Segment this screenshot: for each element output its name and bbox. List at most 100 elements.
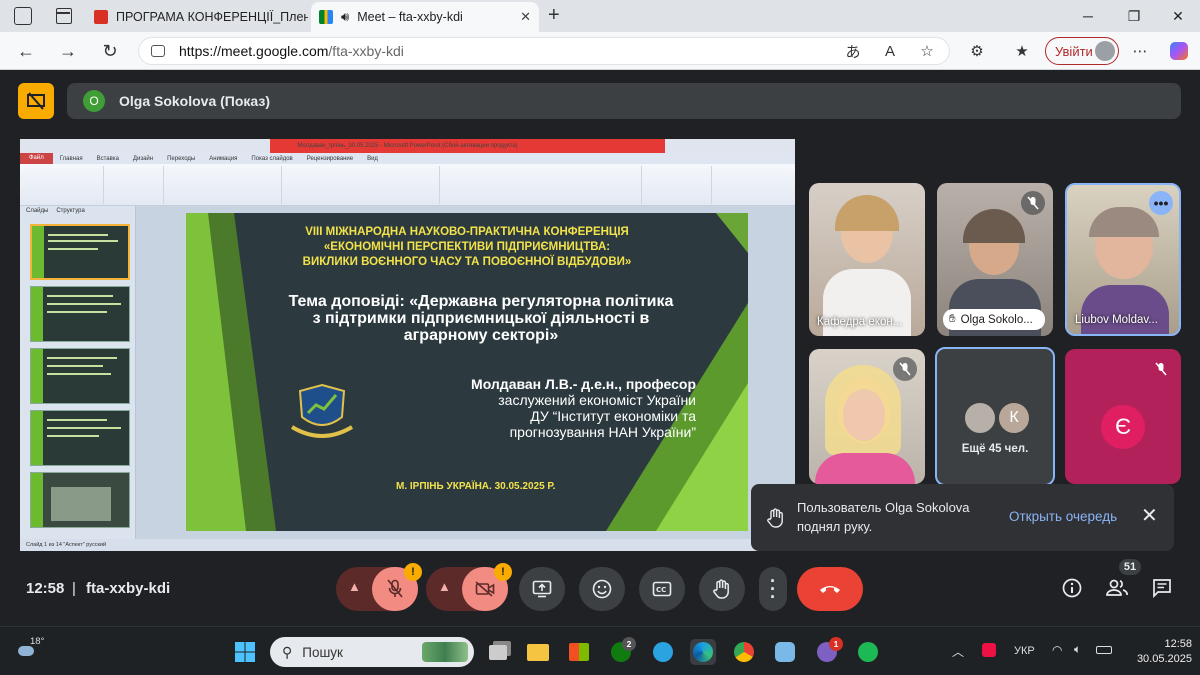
file-explorer-icon[interactable]	[525, 639, 551, 665]
taskbar-search-input[interactable]: ⚲ Пошук	[270, 637, 474, 667]
reactions-button[interactable]	[579, 567, 625, 611]
screen-root: ПРОГРАМА КОНФЕРЕНЦІЇ_Плен ✕ 🔊︎ Meet – ft…	[0, 0, 1200, 675]
start-button[interactable]	[232, 639, 258, 665]
slide-author-line: ДУ “Інститут економіки та	[530, 408, 696, 424]
workspaces-icon[interactable]	[14, 7, 32, 25]
chat-button[interactable]	[1147, 573, 1177, 603]
raise-hand-button[interactable]	[699, 567, 745, 611]
favorite-star-icon[interactable]: ☆	[915, 39, 939, 63]
participant-tile[interactable]: Є	[1065, 349, 1181, 484]
battery-icon[interactable]	[1096, 646, 1112, 654]
reload-button[interactable]: ↻	[97, 38, 123, 64]
tab-conference-program[interactable]: ПРОГРАМА КОНФЕРЕНЦІЇ_Плен ✕	[86, 2, 308, 32]
favorites-list-icon[interactable]: ★	[1010, 39, 1034, 63]
microsoft-store-icon[interactable]	[566, 639, 592, 665]
ppt-title-bar: Молдаван_Ірпінь_30.05.2025 - Microsoft P…	[20, 139, 795, 153]
restore-button[interactable]: ❐	[1112, 0, 1156, 32]
current-slide[interactable]: VIII МІЖНАРОДНА НАУКОВО-ПРАКТИЧНА КОНФЕР…	[186, 213, 748, 531]
participant-name: Olga Sokolo...	[960, 313, 1033, 326]
more-options-button[interactable]: · · ·	[759, 567, 787, 611]
slide-thumbnail[interactable]	[30, 348, 130, 404]
ppt-title: Молдаван_Ірпінь_30.05.2025 - Microsoft P…	[297, 143, 518, 149]
wifi-icon[interactable]: ◠	[1052, 643, 1062, 657]
tab-label: ПРОГРАМА КОНФЕРЕНЦІЇ_Плен	[116, 10, 308, 24]
ppt-tab-design: Дизайн	[132, 155, 154, 162]
more-options-icon[interactable]: •••	[1149, 191, 1173, 215]
mic-options-button[interactable]: ▲	[348, 579, 361, 594]
taskbar: 18° ⚲ Пошук 2 1 ︿ УКР ◠ 🔈︎ 12:58 30.05.2…	[0, 626, 1200, 675]
shared-screen[interactable]: Молдаван_Ірпінь_30.05.2025 - Microsoft P…	[20, 139, 795, 551]
system-clock[interactable]: 12:58 30.05.2025	[1120, 637, 1192, 667]
participant-tile[interactable]: ✋︎ Olga Sokolo...	[937, 183, 1053, 336]
leave-call-button[interactable]	[797, 567, 863, 611]
new-tab-button[interactable]: +	[548, 4, 560, 27]
site-info-icon[interactable]	[151, 45, 165, 57]
participant-name: Кафедра екон...	[817, 316, 903, 328]
close-icon[interactable]: ✕	[510, 9, 531, 25]
others-count-label: Ещё 45 чел.	[961, 443, 1029, 455]
tray-app-icon[interactable]	[982, 643, 996, 657]
presentation-owner-badge[interactable]	[18, 83, 54, 119]
search-placeholder: Пошук	[302, 644, 343, 660]
browser-tab-bar: ПРОГРАМА КОНФЕРЕНЦІЇ_Плен ✕ 🔊︎ Meet – ft…	[0, 0, 1200, 32]
spotify-icon[interactable]	[855, 639, 881, 665]
slide-thumbnail[interactable]	[30, 472, 130, 528]
more-menu-icon[interactable]: ⋯	[1128, 39, 1152, 63]
presenter-avatar: O	[83, 90, 105, 112]
mic-off-icon	[387, 579, 403, 598]
translate-icon[interactable]: あ	[841, 39, 865, 63]
meeting-info-button[interactable]	[1057, 573, 1087, 603]
meet-stage: O Olga Sokolova (Показ) Молдаван_Ірпінь_…	[0, 71, 1200, 626]
close-icon[interactable]: ✕	[1141, 506, 1158, 526]
screen-share-off-icon	[27, 92, 45, 110]
tab-meet[interactable]: 🔊︎ Meet – fta-xxby-kdi ✕	[311, 2, 539, 32]
volume-icon[interactable]: 🔈︎	[1074, 642, 1081, 657]
task-view-button[interactable]	[485, 639, 511, 665]
weather-temperature: 18°	[30, 636, 45, 647]
participant-tile[interactable]: ••• Liubov Moldav...	[1065, 183, 1181, 336]
url-input[interactable]: https://meet.google.com/fta-xxby-kdi	[138, 37, 950, 65]
search-icon: ⚲	[282, 643, 293, 660]
people-button[interactable]	[1102, 573, 1132, 603]
camera-options-button[interactable]: ▲	[438, 579, 451, 594]
back-button[interactable]: ←	[13, 38, 39, 64]
ppt-status-bar: Слайд 1 из 14 "Аспект" русский	[20, 539, 795, 551]
sign-in-button[interactable]: Увійти	[1045, 37, 1119, 65]
edge-icon[interactable]	[690, 639, 716, 665]
copilot-icon[interactable]	[1167, 39, 1191, 63]
system-time: 12:58	[1164, 638, 1192, 650]
chevron-up-icon[interactable]: ︿	[952, 643, 964, 660]
raised-hand-icon: ✋︎	[949, 313, 956, 325]
xbox-badge: 2	[622, 637, 636, 651]
input-language[interactable]: УКР	[1014, 645, 1035, 657]
ppt-tab-slideshow: Показ слайдов	[251, 155, 293, 162]
captions-button[interactable]: CC	[639, 567, 685, 611]
app-icon[interactable]	[772, 639, 798, 665]
others-tile[interactable]: К Ещё 45 чел.	[935, 347, 1055, 486]
chrome-icon[interactable]	[731, 639, 757, 665]
participant-tile[interactable]: Кафедра екон...	[809, 183, 925, 336]
url-path: /fta-xxby-kdi	[328, 43, 404, 59]
captions-icon: CC	[652, 581, 672, 597]
slide-thumbnail[interactable]	[30, 224, 130, 280]
tab-actions-icon[interactable]	[56, 8, 72, 24]
participant-label-pill: ✋︎ Olga Sokolo...	[943, 309, 1045, 330]
slide-thumbnail[interactable]	[30, 286, 130, 342]
weather-widget[interactable]: 18°	[18, 636, 58, 666]
minimize-button[interactable]: ─	[1066, 0, 1110, 32]
forward-button[interactable]: →	[55, 38, 81, 64]
url-host: https://meet.google.com	[179, 43, 329, 59]
slide-thumbnail[interactable]	[30, 410, 130, 466]
mic-off-icon	[1021, 191, 1045, 215]
present-screen-button[interactable]	[519, 567, 565, 611]
slide-conference-line: «ЕКОНОМІЧНІ ПЕРСПЕКТИВИ ПІДПРИЄМНИЦТВА:	[323, 241, 611, 253]
extensions-icon[interactable]: ⚙	[965, 39, 989, 63]
close-window-button[interactable]: ✕	[1156, 0, 1200, 32]
viber-badge: 1	[829, 637, 843, 651]
open-queue-button[interactable]: Открыть очередь	[1009, 509, 1117, 524]
ppt-tab-home: Главная	[59, 155, 83, 162]
telegram-icon[interactable]	[650, 639, 676, 665]
participant-tile[interactable]	[809, 349, 925, 484]
read-aloud-icon[interactable]: A	[878, 39, 902, 63]
speaker-icon[interactable]: 🔊︎	[341, 9, 349, 25]
